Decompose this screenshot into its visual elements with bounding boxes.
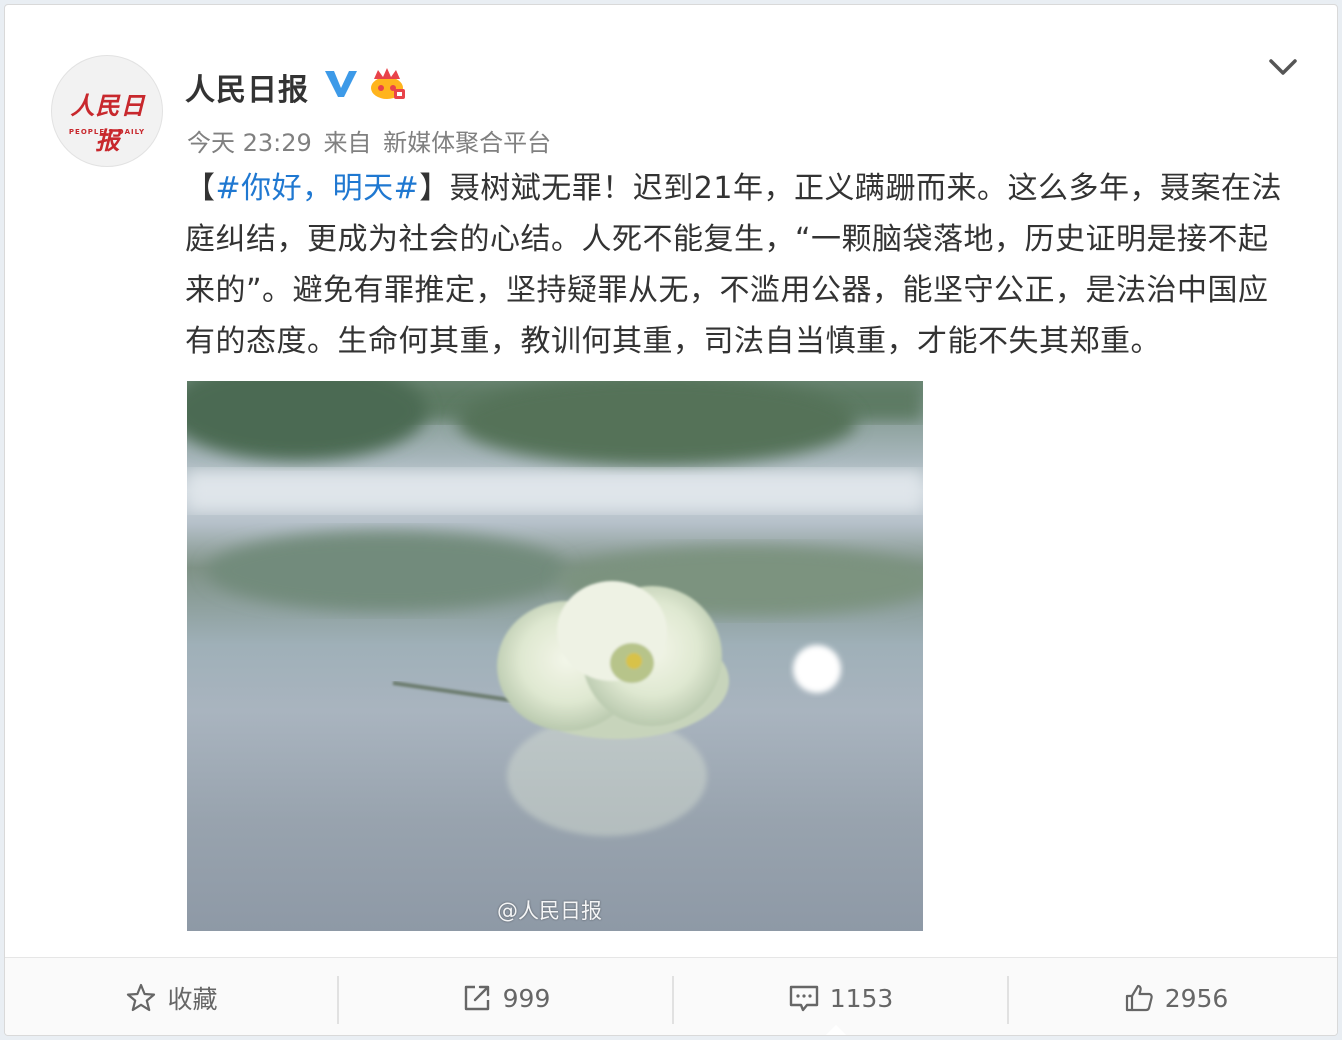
- post-meta: 今天 23:29 来自 新媒体聚合平台: [187, 123, 555, 158]
- share-icon: [464, 985, 489, 1011]
- thumbs-up-icon: [1125, 984, 1153, 1012]
- post-time[interactable]: 今天 23:29: [187, 129, 312, 157]
- crown-icon[interactable]: [367, 65, 407, 101]
- weibo-post-card: 人民日报 PEOPLE'S DAILY 人民日报 今天 23:29 来自 新媒体…: [4, 4, 1338, 1036]
- verified-icon[interactable]: [323, 68, 359, 100]
- repost-count: 999: [502, 983, 551, 1013]
- source-prefix: 来自: [323, 129, 372, 157]
- favorite-label: 收藏: [167, 985, 218, 1014]
- avatar-logo-text: 人民日报: [70, 91, 146, 155]
- avatar-subtitle: PEOPLE'S DAILY: [68, 128, 146, 136]
- flower-photo: [187, 381, 923, 836]
- action-bar: 收藏 999 1153 2956: [5, 957, 1337, 1035]
- favorite-button[interactable]: 收藏: [5, 958, 338, 1035]
- bracket-close: 】: [419, 171, 450, 206]
- image-watermark: @人民日报: [497, 899, 602, 923]
- like-button[interactable]: 2956: [1009, 958, 1337, 1035]
- avatar[interactable]: 人民日报 PEOPLE'S DAILY: [51, 55, 163, 167]
- username[interactable]: 人民日报: [185, 65, 309, 109]
- star-icon: [127, 983, 156, 1012]
- post-text: 【#你好，明天#】聂树斌无罪！迟到21年，正义蹒跚而来。这么多年，聂案在法庭纠结…: [185, 163, 1295, 367]
- repost-button[interactable]: 999: [339, 958, 672, 1035]
- hashtag-link[interactable]: #你好，明天#: [216, 171, 420, 206]
- post-source[interactable]: 新媒体聚合平台: [383, 129, 551, 157]
- comment-count: 1153: [829, 983, 894, 1013]
- bracket-open: 【: [185, 171, 216, 206]
- comment-icon: [789, 985, 818, 1012]
- comment-expand-caret: [825, 1025, 847, 1035]
- post-image[interactable]: @人民日报: [187, 381, 923, 931]
- chevron-down-icon[interactable]: [1267, 55, 1299, 79]
- like-count: 2956: [1164, 983, 1229, 1013]
